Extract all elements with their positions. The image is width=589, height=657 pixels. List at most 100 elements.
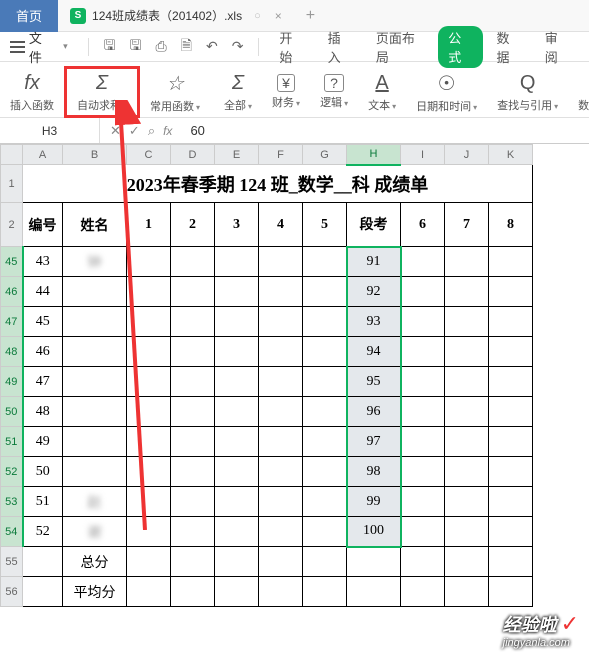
column-headers[interactable]: A B C D E F G H I J K: [1, 145, 533, 165]
cell[interactable]: [445, 367, 489, 397]
menu-insert[interactable]: 插入: [318, 28, 362, 66]
ribbon-common-functions[interactable]: ☆ 常用函数▾: [140, 66, 210, 118]
cell[interactable]: [215, 337, 259, 367]
menu-formula[interactable]: 公式: [438, 26, 482, 68]
cell-seg[interactable]: 92: [347, 277, 401, 307]
menu-file[interactable]: 文件: [29, 28, 53, 66]
ribbon-text[interactable]: A 文本▾: [358, 66, 406, 118]
row-header[interactable]: 54: [1, 517, 23, 547]
cell[interactable]: [303, 487, 347, 517]
cell[interactable]: [445, 247, 489, 277]
cell[interactable]: [401, 277, 445, 307]
cell[interactable]: [127, 427, 171, 457]
cell[interactable]: [171, 577, 215, 607]
cell[interactable]: [489, 277, 533, 307]
header-col[interactable]: 3: [215, 203, 259, 247]
row-header[interactable]: 56: [1, 577, 23, 607]
cell[interactable]: [23, 547, 63, 577]
row-header[interactable]: 47: [1, 307, 23, 337]
cell-seg[interactable]: 98: [347, 457, 401, 487]
cell-name[interactable]: 谢: [63, 517, 127, 547]
cell[interactable]: [127, 397, 171, 427]
header-col[interactable]: 6: [401, 203, 445, 247]
cell[interactable]: [401, 427, 445, 457]
cell[interactable]: [215, 457, 259, 487]
cell-id[interactable]: 43: [23, 247, 63, 277]
cell-seg[interactable]: 97: [347, 427, 401, 457]
cell-id[interactable]: 47: [23, 367, 63, 397]
cell[interactable]: [489, 487, 533, 517]
ribbon-lookup[interactable]: Q 查找与引用▾: [487, 66, 568, 118]
undo-icon[interactable]: ↶: [201, 38, 223, 55]
cell-name[interactable]: [63, 457, 127, 487]
cell-total[interactable]: 总分: [63, 547, 127, 577]
col-header[interactable]: A: [23, 145, 63, 165]
sheet-title[interactable]: 2023年春季期 124 班_数学__科 成绩单: [23, 165, 533, 203]
cell-name[interactable]: [63, 277, 127, 307]
header-col[interactable]: 5: [303, 203, 347, 247]
cell[interactable]: [401, 247, 445, 277]
cell[interactable]: [347, 547, 401, 577]
cell[interactable]: [215, 427, 259, 457]
cell[interactable]: [171, 487, 215, 517]
col-header[interactable]: E: [215, 145, 259, 165]
row-header[interactable]: 1: [1, 165, 23, 203]
cell-seg[interactable]: 95: [347, 367, 401, 397]
cell[interactable]: [127, 247, 171, 277]
cell[interactable]: [215, 397, 259, 427]
cell[interactable]: [171, 247, 215, 277]
header-col[interactable]: 2: [171, 203, 215, 247]
cell[interactable]: [303, 547, 347, 577]
cell[interactable]: [489, 247, 533, 277]
menu-start[interactable]: 开始: [269, 28, 313, 66]
cell[interactable]: [489, 577, 533, 607]
cell[interactable]: [445, 337, 489, 367]
cell[interactable]: [303, 517, 347, 547]
ribbon-logic[interactable]: ? 逻辑▾: [310, 66, 358, 118]
cell[interactable]: [401, 337, 445, 367]
cell[interactable]: [303, 277, 347, 307]
cell[interactable]: [401, 457, 445, 487]
spreadsheet[interactable]: A B C D E F G H I J K 1 2023年春季期 124 班_数…: [0, 144, 589, 607]
header-col[interactable]: 1: [127, 203, 171, 247]
cell[interactable]: [445, 427, 489, 457]
header-id[interactable]: 编号: [23, 203, 63, 247]
cell[interactable]: [127, 517, 171, 547]
ribbon-autosum[interactable]: Σ 自动求和▾: [64, 66, 140, 118]
cell[interactable]: [489, 457, 533, 487]
cell[interactable]: [127, 487, 171, 517]
cell-name[interactable]: [63, 427, 127, 457]
cell-seg[interactable]: 91: [347, 247, 401, 277]
confirm-icon[interactable]: ✓: [129, 123, 140, 139]
print-icon[interactable]: ⎙: [150, 38, 171, 55]
cell-id[interactable]: 46: [23, 337, 63, 367]
cell[interactable]: [259, 397, 303, 427]
col-header[interactable]: D: [171, 145, 215, 165]
col-header[interactable]: I: [401, 145, 445, 165]
cell-name[interactable]: [63, 337, 127, 367]
cell-seg[interactable]: 94: [347, 337, 401, 367]
cell[interactable]: [259, 337, 303, 367]
row-header[interactable]: 49: [1, 367, 23, 397]
menu-data[interactable]: 数据: [487, 28, 531, 66]
cell[interactable]: [303, 577, 347, 607]
cell[interactable]: [347, 577, 401, 607]
col-header[interactable]: K: [489, 145, 533, 165]
cell-name[interactable]: [63, 367, 127, 397]
cell[interactable]: [171, 337, 215, 367]
col-header[interactable]: J: [445, 145, 489, 165]
header-col[interactable]: 7: [445, 203, 489, 247]
cell[interactable]: [215, 487, 259, 517]
row-header[interactable]: 50: [1, 397, 23, 427]
cell[interactable]: [445, 457, 489, 487]
cell[interactable]: [259, 457, 303, 487]
cell[interactable]: [489, 517, 533, 547]
ribbon-date[interactable]: ☉ 日期和时间▾: [406, 66, 487, 118]
menu-layout[interactable]: 页面布局: [366, 28, 434, 66]
row-header[interactable]: 55: [1, 547, 23, 577]
cell[interactable]: [127, 457, 171, 487]
cell[interactable]: [259, 277, 303, 307]
cell[interactable]: [215, 577, 259, 607]
cell[interactable]: [171, 427, 215, 457]
cell[interactable]: [401, 577, 445, 607]
